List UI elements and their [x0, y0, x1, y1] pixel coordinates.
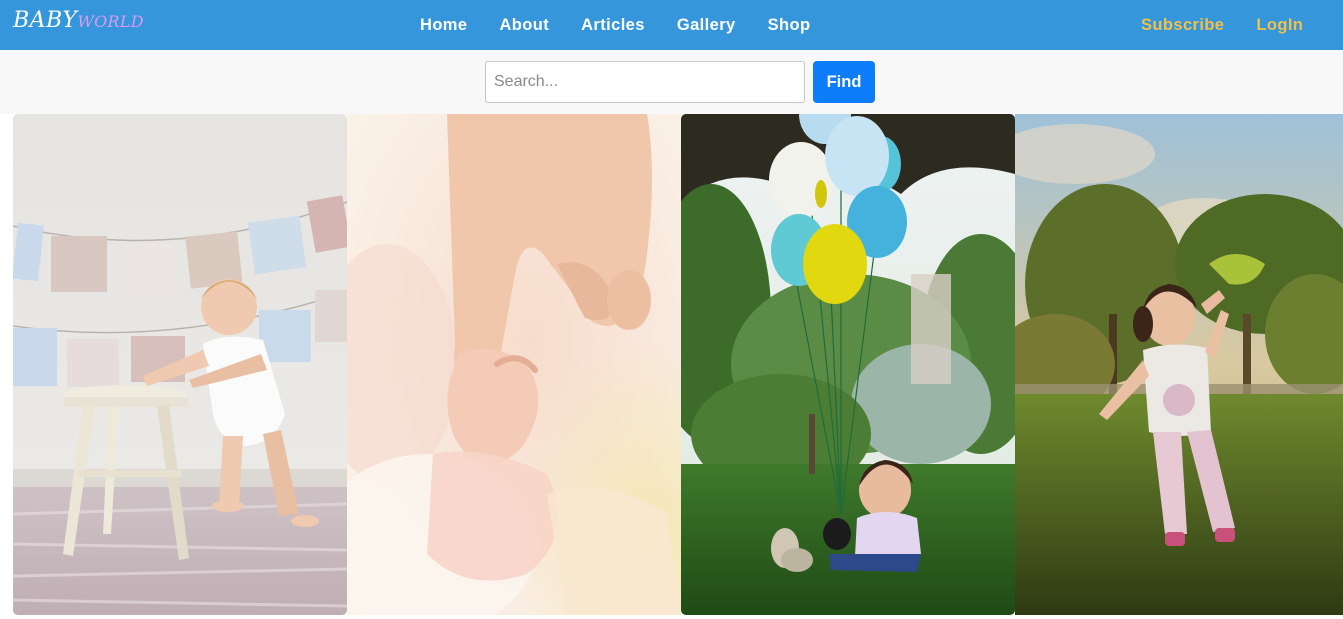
baby-holding-adult-finger-photo[interactable]: [347, 114, 681, 615]
brand-logo[interactable]: BABYWORLD: [13, 8, 144, 40]
main-nav: Home About Articles Gallery Shop: [404, 0, 826, 50]
brand-logo-text-primary: BABY: [13, 8, 78, 33]
login-link[interactable]: LogIn: [1240, 0, 1319, 50]
nav-link-home[interactable]: Home: [404, 0, 483, 50]
subscribe-link[interactable]: Subscribe: [1125, 0, 1240, 50]
nav-link-articles[interactable]: Articles: [565, 0, 661, 50]
baby-with-balloons-in-park-photo[interactable]: [681, 114, 1015, 615]
baby-standing-by-stool-photo[interactable]: [13, 114, 347, 615]
brand-logo-text-secondary: WORLD: [77, 12, 144, 31]
photo-gallery: [13, 114, 1343, 615]
account-nav: Subscribe LogIn: [1125, 0, 1319, 50]
nav-link-gallery[interactable]: Gallery: [661, 0, 752, 50]
top-navbar: BABYWORLD Home About Articles Gallery Sh…: [0, 0, 1343, 50]
toddler-walking-in-grass-photo[interactable]: [1015, 114, 1343, 615]
nav-link-shop[interactable]: Shop: [752, 0, 827, 50]
search-input[interactable]: [485, 61, 805, 103]
search-bar: Find: [0, 50, 1343, 114]
find-button[interactable]: Find: [813, 61, 875, 103]
nav-link-about[interactable]: About: [483, 0, 565, 50]
